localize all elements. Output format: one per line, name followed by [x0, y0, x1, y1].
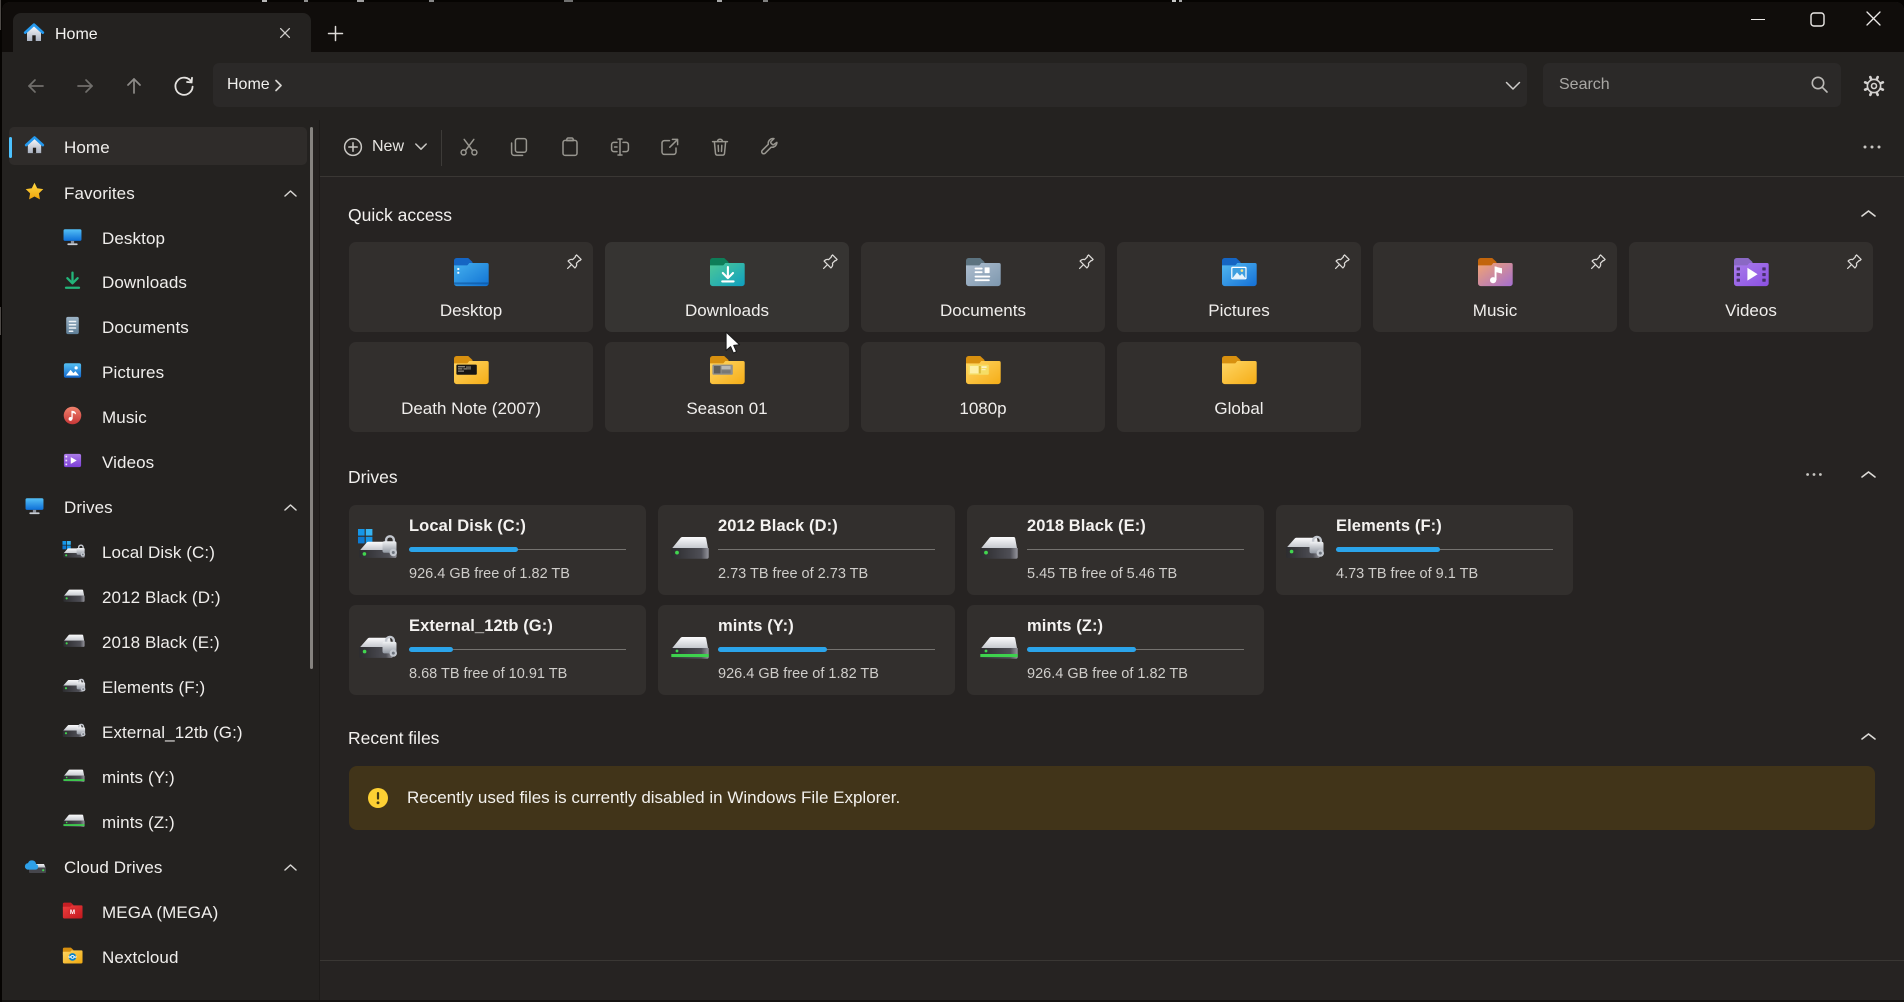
svg-text:M: M — [70, 909, 75, 916]
